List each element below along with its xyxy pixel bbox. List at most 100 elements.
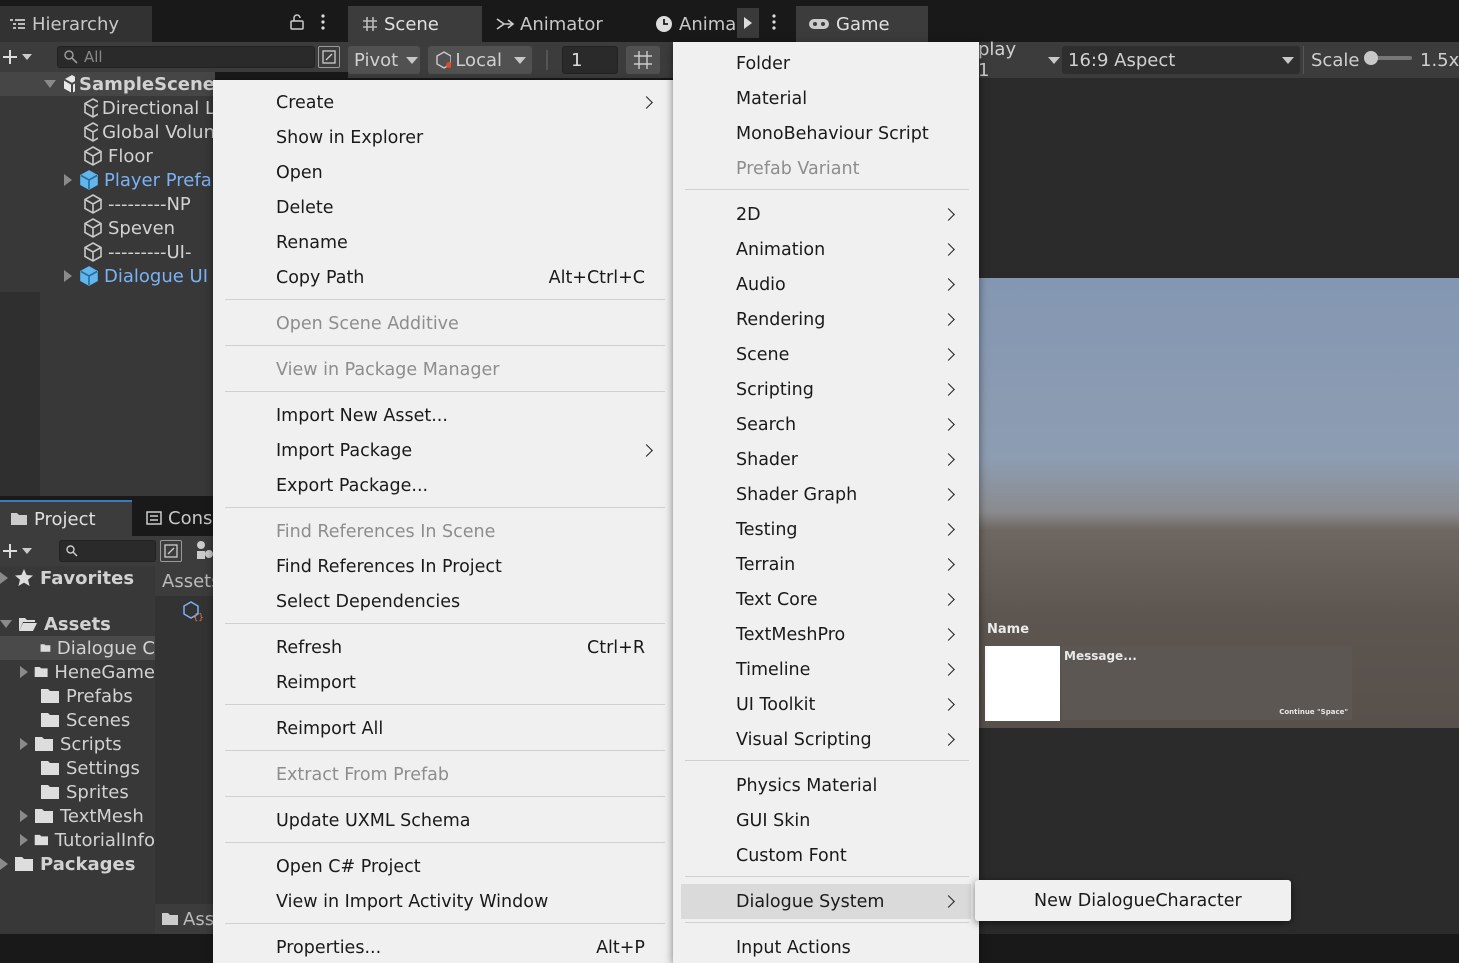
context-menu-item[interactable]: Update UXML Schema [221, 803, 669, 838]
hierarchy-item[interactable]: Directional L [0, 96, 215, 120]
packages-row[interactable]: Packages [0, 852, 135, 876]
context-menu-item[interactable]: Show in Explorer [221, 120, 669, 155]
hierarchy-item[interactable]: Speven [0, 216, 215, 240]
kebab-menu-icon[interactable] [320, 14, 326, 30]
expand-arrow-icon[interactable] [44, 80, 56, 88]
hierarchy-add-button[interactable] [2, 46, 42, 68]
expand-arrow-icon[interactable] [20, 810, 28, 822]
context-menu-item[interactable]: Copy Path Alt+Ctrl+C [221, 260, 669, 295]
context-menu-item[interactable]: Rename [221, 225, 669, 260]
create-menu-item[interactable]: GUI Skin [681, 803, 971, 838]
project-folder-row[interactable]: TextMesh [0, 804, 155, 828]
project-folder-row[interactable]: Settings [0, 756, 155, 780]
project-folder-row[interactable]: Sprites [0, 780, 155, 804]
create-menu-item[interactable]: 2D [681, 197, 971, 232]
search-by-type-icon[interactable] [318, 46, 340, 68]
context-menu-item[interactable]: Create [221, 85, 669, 120]
tab-game[interactable]: Game [796, 6, 928, 42]
create-menu-item[interactable]: Text Core [681, 582, 971, 617]
project-folder-row[interactable]: TutorialInfo [0, 828, 155, 852]
create-menu-item[interactable]: Shader [681, 442, 971, 477]
lock-icon[interactable] [290, 14, 304, 30]
expand-arrow-icon[interactable] [20, 834, 28, 846]
create-menu-item[interactable]: Terrain [681, 547, 971, 582]
project-folder-row[interactable]: HeneGame [0, 660, 155, 684]
create-menu-item[interactable]: Folder [681, 46, 971, 81]
context-menu-item[interactable]: Import New Asset... [221, 398, 669, 433]
expand-arrow-icon[interactable] [0, 858, 8, 870]
context-menu-item[interactable]: Reimport [221, 665, 669, 700]
hierarchy-item[interactable]: ---------NP [0, 192, 215, 216]
create-menu-item[interactable]: Search [681, 407, 971, 442]
create-menu-item[interactable]: Custom Font [681, 838, 971, 873]
create-menu-item[interactable]: Dialogue System [681, 884, 971, 919]
create-menu-item[interactable]: Shader Graph [681, 477, 971, 512]
kebab-menu-icon[interactable] [771, 14, 777, 30]
expand-arrow-icon[interactable] [64, 270, 72, 282]
context-menu-item[interactable]: Open C# Project [221, 849, 669, 884]
hierarchy-item[interactable]: ---------UI- [0, 240, 215, 264]
favorites-row[interactable]: Favorites [0, 566, 134, 590]
hierarchy-item[interactable]: Dialogue UI [0, 264, 215, 288]
expand-arrow-icon[interactable] [0, 620, 12, 628]
create-menu-item[interactable]: Material [681, 81, 971, 116]
create-menu-item[interactable]: Visual Scripting [681, 722, 971, 757]
scale-slider[interactable] [1364, 51, 1412, 65]
script-asset-icon[interactable]: {} [182, 600, 204, 622]
display-dropdown[interactable]: play 1 [978, 39, 1060, 81]
tab-overflow-arrow[interactable] [737, 8, 759, 38]
project-add-button[interactable] [2, 540, 42, 562]
create-menu-item[interactable]: Audio [681, 267, 971, 302]
grid-snapping-toggle[interactable] [626, 46, 660, 74]
tab-animation[interactable]: Anima [645, 6, 741, 42]
tab-scene[interactable]: Scene [348, 6, 482, 42]
context-menu-item[interactable]: Find References In Project [221, 549, 669, 584]
project-folder-row[interactable]: Prefabs [0, 684, 155, 708]
context-menu-item[interactable]: Open [221, 155, 669, 190]
local-dropdown[interactable]: Local [428, 46, 532, 74]
dialogue-menu-item[interactable]: New DialogueCharacter [979, 883, 1285, 918]
context-menu-item[interactable]: Refresh Ctrl+R [221, 630, 669, 665]
expand-arrow-icon[interactable] [0, 572, 8, 584]
context-menu-item[interactable]: Delete [221, 190, 669, 225]
context-menu-item[interactable]: Export Package... [221, 468, 669, 503]
expand-arrow-icon[interactable] [20, 666, 28, 678]
hierarchy-item[interactable]: Global Volun [0, 120, 215, 144]
scene-root-row[interactable]: SampleScene [0, 72, 215, 96]
project-folder-row[interactable]: Scenes [0, 708, 155, 732]
context-menu-item[interactable]: View in Import Activity Window [221, 884, 669, 919]
filter-by-label-icon[interactable] [195, 540, 213, 560]
create-menu-item[interactable]: Input Actions [681, 930, 971, 963]
project-search-input[interactable] [59, 540, 156, 562]
context-menu-item[interactable]: Reimport All [221, 711, 669, 746]
create-menu-item[interactable]: Timeline [681, 652, 971, 687]
create-menu-item[interactable]: Scene [681, 337, 971, 372]
hierarchy-search-input[interactable]: All [57, 46, 315, 68]
hierarchy-item[interactable]: Floor [0, 144, 215, 168]
create-menu-item[interactable]: MonoBehaviour Script [681, 116, 971, 151]
create-menu-item[interactable]: Animation [681, 232, 971, 267]
create-menu-item[interactable]: TextMeshPro [681, 617, 971, 652]
search-by-type-icon[interactable] [160, 540, 182, 562]
tab-hierarchy[interactable]: Hierarchy [0, 6, 152, 42]
hierarchy-item[interactable]: Player Prefa [0, 168, 215, 192]
project-folder-row[interactable]: Scripts [0, 732, 155, 756]
aspect-dropdown[interactable]: 16:9 Aspect [1062, 46, 1300, 74]
create-menu-item[interactable]: Rendering [681, 302, 971, 337]
project-breadcrumb[interactable]: Assets [162, 571, 221, 592]
scale-slider-thumb[interactable] [1364, 51, 1378, 65]
create-menu-item[interactable]: Physics Material [681, 768, 971, 803]
tab-console[interactable]: Cons [136, 500, 216, 536]
create-menu-item[interactable]: UI Toolkit [681, 687, 971, 722]
tab-project[interactable]: Project [0, 500, 132, 536]
context-menu-item[interactable]: Properties... Alt+P [221, 930, 669, 963]
expand-arrow-icon[interactable] [20, 738, 28, 750]
create-menu-item[interactable]: Scripting [681, 372, 971, 407]
context-menu-item[interactable]: Select Dependencies [221, 584, 669, 619]
tab-animator[interactable]: Animator [486, 6, 636, 42]
pivot-dropdown[interactable]: Pivot [348, 46, 420, 74]
context-menu-item[interactable]: Import Package [221, 433, 669, 468]
expand-arrow-icon[interactable] [64, 174, 72, 186]
assets-row[interactable]: Assets [0, 612, 111, 636]
project-folder-row[interactable]: Dialogue C [0, 636, 155, 660]
